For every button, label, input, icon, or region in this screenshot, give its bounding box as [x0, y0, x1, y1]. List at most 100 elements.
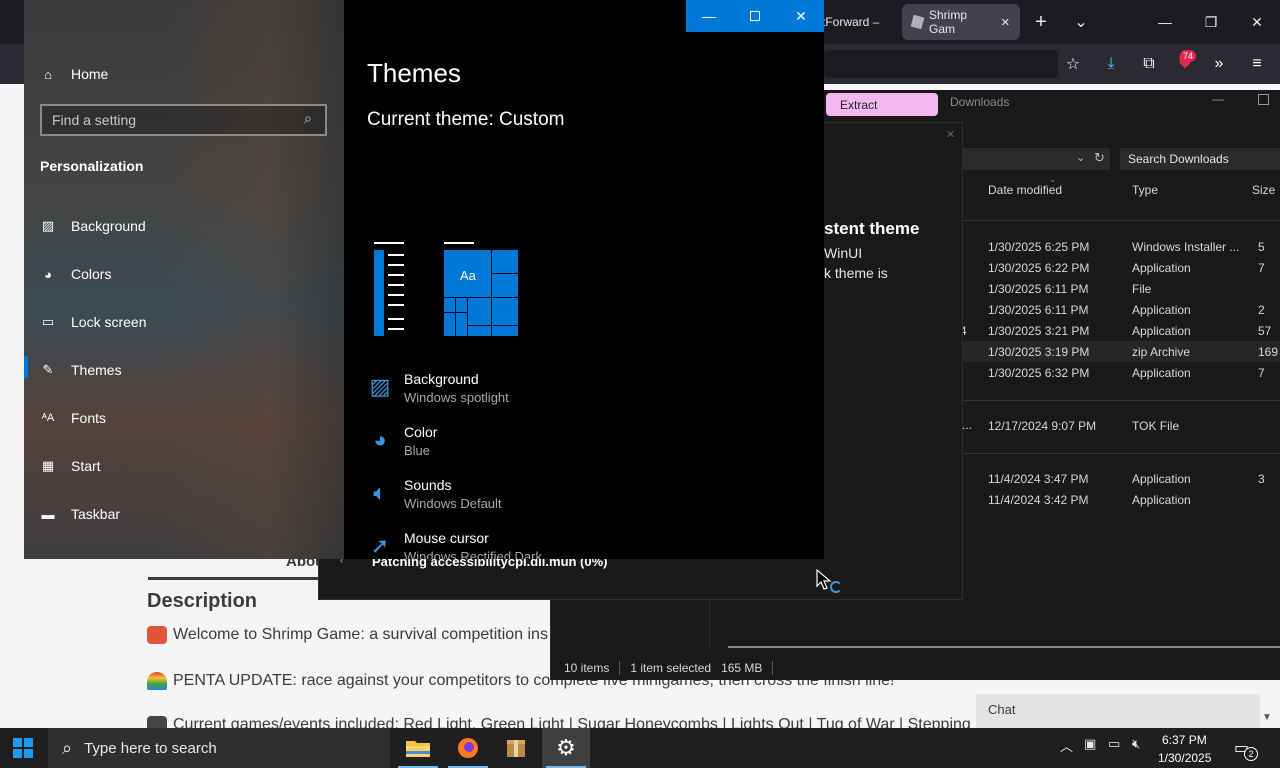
nav-selection-indicator: [24, 356, 28, 378]
theme-option-mouse-cursor[interactable]: ➚ Mouse cursor Windows Rectified Dark: [366, 530, 666, 559]
file-row[interactable]: 11/4/2024 3:47 PM Application 3: [962, 468, 1280, 489]
refresh-icon[interactable]: ↻: [1094, 150, 1105, 166]
overflow-chevrons-icon[interactable]: »: [1206, 52, 1232, 76]
search-downloads-input[interactable]: Search Downloads: [1120, 148, 1280, 170]
busy-spinner-icon: [830, 581, 842, 593]
fonts-icon: ᴬA: [41, 412, 55, 424]
extensions-icon[interactable]: ⧉: [1136, 52, 1162, 76]
tray-app-icon[interactable]: ▣: [1084, 736, 1096, 752]
shrimp-emoji-icon: [147, 626, 167, 644]
explorer-title: Downloads: [950, 95, 1010, 109]
header-divider: [962, 220, 1280, 221]
maximize-icon: [750, 11, 760, 21]
file-row[interactable]: 11/4/2024 3:42 PM Application: [962, 489, 1280, 510]
gear-icon: ⚙: [556, 735, 576, 760]
palette-icon: ◕: [44, 266, 52, 282]
show-hidden-icons[interactable]: ︿: [1060, 736, 1073, 755]
picture-icon: ▨: [41, 218, 55, 233]
chat-panel[interactable]: Chat: [976, 694, 1260, 728]
speaker-icon: 🔈︎: [373, 480, 387, 505]
description-line: Current games/events included: Red Light…: [147, 716, 971, 728]
find-setting-input[interactable]: Find a setting: [40, 104, 327, 136]
bookmark-star-icon[interactable]: ☆: [1060, 52, 1086, 76]
package-icon: [507, 740, 525, 757]
menu-icon[interactable]: ≡: [1244, 52, 1270, 76]
downloads-icon[interactable]: ⤓: [1098, 52, 1124, 76]
settings-caption-buttons: — ✕: [686, 0, 824, 32]
file-row[interactable]: 12/17/2024 9:07 PM TOK File: [962, 415, 1280, 436]
address-bar[interactable]: [962, 148, 1110, 170]
clock-date[interactable]: 1/30/2025: [1158, 751, 1211, 765]
address-dropdown-icon[interactable]: ⌄: [1076, 151, 1085, 164]
description-heading: Description: [147, 590, 258, 612]
settings-maximize-button[interactable]: [732, 0, 778, 32]
browser-minimize-button[interactable]: —: [1142, 0, 1188, 44]
sort-indicator-icon: ⌄: [1049, 174, 1057, 184]
nav-item-colors[interactable]: ◕ Colors: [40, 260, 111, 288]
current-theme-label: Current theme: Custom: [367, 109, 565, 130]
palette-icon: ◕: [373, 427, 387, 452]
file-row[interactable]: 1/30/2025 6:32 PM Application 7: [962, 362, 1280, 383]
preview-tile-text: Aa: [460, 268, 476, 283]
start-icon: ▦: [41, 458, 55, 473]
search-icon[interactable]: ⌕: [304, 110, 312, 127]
taskbar-archive-app[interactable]: [492, 728, 540, 768]
group-divider: [962, 453, 1280, 454]
file-row-selected[interactable]: 1/30/2025 3:19 PM zip Archive 169: [962, 341, 1280, 362]
patcher-text: k theme is: [824, 265, 888, 281]
explorer-minimize-button[interactable]: —: [1212, 92, 1224, 106]
taskbar-firefox[interactable]: [444, 728, 492, 768]
file-row[interactable]: 1/30/2025 3:21 PM Application 57: [962, 320, 1280, 341]
navigation-pane: [550, 599, 710, 649]
speaker-muted-icon[interactable]: 🔇︎: [1132, 736, 1140, 752]
page-title: Themes: [367, 58, 461, 88]
lock-screen-icon: ▭: [41, 314, 55, 329]
scroll-down-icon[interactable]: ▼: [1262, 712, 1272, 723]
search-icon: ⌕: [62, 737, 73, 758]
column-size[interactable]: Size: [1252, 183, 1275, 197]
settings-close-button[interactable]: ✕: [778, 0, 824, 32]
firefox-icon: [458, 738, 478, 758]
taskbar-file-explorer[interactable]: [394, 728, 442, 768]
home-icon: ⌂: [44, 66, 52, 82]
nav-item-fonts[interactable]: ᴬA Fonts: [40, 404, 106, 432]
file-row[interactable]: 1/30/2025 6:11 PM Application 2: [962, 299, 1280, 320]
taskbar-settings[interactable]: ⚙: [542, 728, 590, 768]
nav-item-start[interactable]: ▦ Start: [40, 452, 101, 480]
clock-time[interactable]: 6:37 PM: [1162, 733, 1207, 747]
file-row[interactable]: 1/30/2025 6:22 PM Application 7: [962, 257, 1280, 278]
tab-close-icon[interactable]: ✕: [1001, 16, 1010, 29]
horizontal-scrollbar[interactable]: [728, 646, 1280, 648]
picture-icon: ▨: [369, 374, 391, 399]
browser-restore-button[interactable]: ❐: [1188, 0, 1234, 44]
theme-preview-tiles[interactable]: Aa: [443, 242, 519, 338]
column-type[interactable]: Type: [1132, 183, 1158, 197]
row-fragment: ...: [962, 418, 973, 432]
file-row[interactable]: 1/30/2025 6:11 PM File: [962, 278, 1280, 299]
tab-list-button[interactable]: ⌄: [1058, 0, 1104, 44]
column-date-modified[interactable]: Date modified: [988, 183, 1062, 197]
nav-item-taskbar[interactable]: ▬ Taskbar: [40, 500, 121, 528]
settings-minimize-button[interactable]: —: [686, 0, 732, 32]
nav-item-lock-screen[interactable]: ▭ Lock screen: [40, 308, 147, 336]
folder-icon: [406, 741, 430, 757]
file-row[interactable]: 1/30/2025 6:25 PM Windows Installer ... 5: [962, 236, 1280, 257]
explorer-maximize-button[interactable]: [1258, 94, 1269, 105]
tab-forward[interactable]: tForward –: [812, 4, 902, 40]
tab-shrimp-game[interactable]: Shrimp Gam ✕: [902, 4, 1020, 40]
explorer-status-bar: 10 items 1 item selected 165 MB: [550, 656, 1280, 680]
dialog-close-icon[interactable]: ✕: [946, 128, 955, 141]
group-divider: [962, 400, 1280, 401]
display-icon[interactable]: ▭: [1108, 736, 1120, 752]
browser-close-button[interactable]: ✕: [1234, 0, 1280, 44]
start-button[interactable]: [0, 728, 46, 768]
nav-item-background[interactable]: ▨ Background: [40, 212, 146, 240]
description-line: Welcome to Shrimp Game: a survival compe…: [147, 626, 548, 644]
extract-tab[interactable]: Extract: [826, 93, 938, 116]
nav-item-themes[interactable]: ✎ Themes: [40, 356, 122, 384]
taskbar-search-box[interactable]: ⌕ Type here to search: [48, 728, 390, 768]
url-bar[interactable]: [824, 50, 1058, 78]
theme-preview[interactable]: [372, 242, 406, 338]
cursor-arrow-icon: ➚: [370, 533, 390, 558]
nav-home[interactable]: ⌂ Home: [40, 60, 108, 88]
